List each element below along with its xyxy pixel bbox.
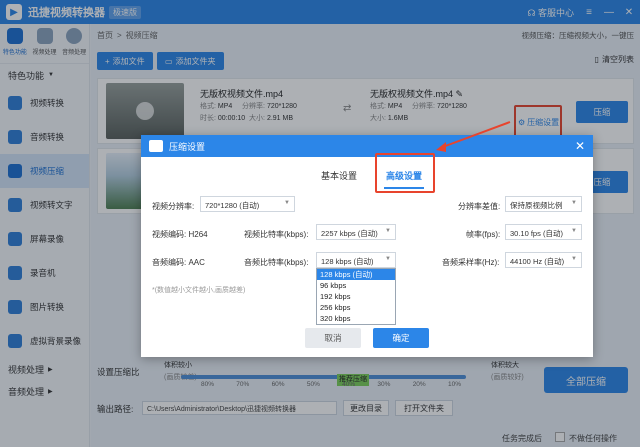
- dialog-title: 压缩设置: [169, 141, 206, 152]
- audio-codec-label: 音频编码: AAC: [152, 258, 205, 267]
- dialog-logo-icon: [149, 140, 163, 152]
- dropdown-option[interactable]: 192 kbps: [317, 291, 395, 302]
- video-bitrate-select[interactable]: 2257 kbps (自动) ▼: [316, 224, 396, 240]
- sample-rate-select[interactable]: 44100 Hz (自动) ▼: [505, 252, 582, 268]
- chevron-down-icon: ▼: [571, 200, 577, 206]
- compress-settings-dialog: 压缩设置 ✕ 基本设置 高级设置 视频分辨率: 720*1280 (自动) ▼ 分…: [141, 135, 593, 357]
- resolution-diff-label: 分辨率差值:: [458, 202, 501, 211]
- chevron-down-icon: ▼: [385, 228, 391, 234]
- sample-rate-label: 音频采样率(Hz):: [442, 258, 500, 267]
- chevron-down-icon: ▼: [571, 228, 577, 234]
- chevron-down-icon: ▼: [571, 256, 577, 262]
- chevron-down-icon: ▼: [385, 256, 391, 262]
- video-bitrate-label: 视频比特率(kbps):: [244, 230, 309, 239]
- fps-select[interactable]: 30.10 fps (自动) ▼: [505, 224, 582, 240]
- hint-note: *(数值越小文件越小,画质越差): [152, 287, 246, 294]
- video-resolution-select[interactable]: 720*1280 (自动) ▼: [200, 196, 295, 212]
- cancel-button[interactable]: 取消: [305, 328, 361, 348]
- audio-bitrate-label: 音频比特率(kbps):: [244, 258, 309, 267]
- tab-highlight-box: [375, 153, 435, 193]
- chevron-down-icon: ▼: [284, 200, 290, 206]
- tab-basic-settings[interactable]: 基本设置: [321, 169, 357, 182]
- fps-label: 帧率(fps):: [466, 230, 501, 239]
- dropdown-option[interactable]: 128 kbps (自动): [317, 269, 395, 280]
- dialog-header: 压缩设置 ✕: [141, 135, 593, 157]
- video-resolution-label: 视频分辨率:: [152, 202, 195, 211]
- resolution-diff-select[interactable]: 保持原视频比例 ▼: [505, 196, 582, 212]
- dropdown-option[interactable]: 256 kbps: [317, 302, 395, 313]
- ok-button[interactable]: 确定: [373, 328, 429, 348]
- close-icon[interactable]: ✕: [575, 139, 585, 153]
- audio-bitrate-dropdown: 128 kbps (自动) 96 kbps 192 kbps 256 kbps …: [316, 268, 396, 325]
- dropdown-option[interactable]: 96 kbps: [317, 280, 395, 291]
- video-codec-label: 视频编码: H264: [152, 230, 208, 239]
- audio-bitrate-select[interactable]: 128 kbps (自动) ▼: [316, 252, 396, 268]
- dropdown-option[interactable]: 320 kbps: [317, 313, 395, 324]
